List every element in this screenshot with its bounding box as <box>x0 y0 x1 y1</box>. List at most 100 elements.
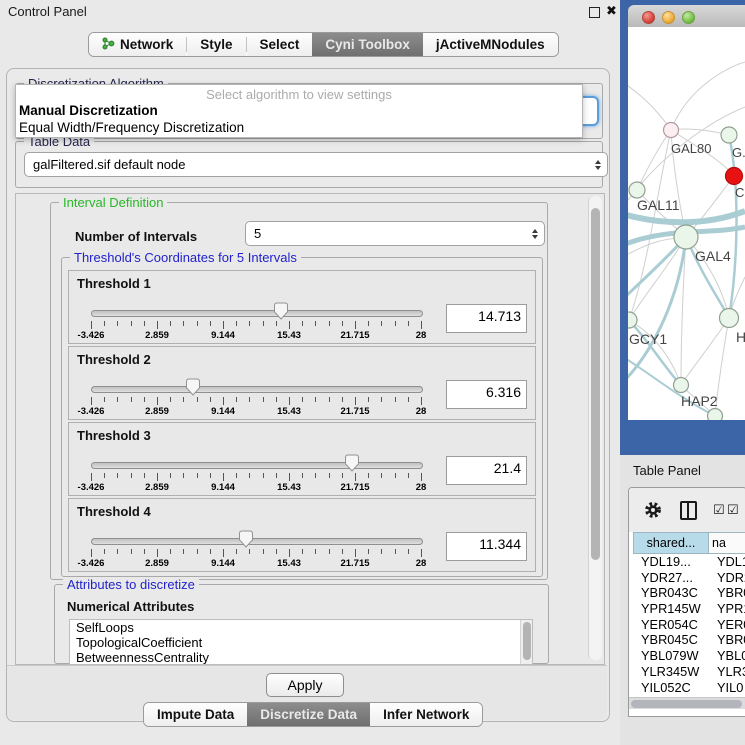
slider-thumb-icon[interactable] <box>185 378 201 396</box>
tab-impute-data[interactable]: Impute Data <box>144 703 247 726</box>
node-label-partial-h: H <box>736 329 745 345</box>
table-window: ☑ ☑ shared... na YDL19...YDL1YDR27...YDR… <box>628 487 745 717</box>
cell-shared-name[interactable]: YPR145W <box>633 601 717 617</box>
table-panel-region: Table Panel ☑ ☑ shared... na YDL19...YDL… <box>620 455 745 745</box>
tab-jactivemnodules[interactable]: jActiveMNodules <box>423 33 558 56</box>
cell-shared-name[interactable]: YDR27... <box>633 570 717 586</box>
threshold-value-field[interactable]: 14.713 <box>446 304 527 333</box>
slider-track[interactable] <box>91 462 423 469</box>
network-node-bottom[interactable] <box>708 409 723 421</box>
scrollbar-thumb[interactable] <box>591 208 600 560</box>
cell-name[interactable]: YER0 <box>717 617 745 633</box>
network-node-hap2[interactable] <box>674 378 689 393</box>
table-row[interactable]: YBL079WYBL0 <box>633 648 745 664</box>
minimize-traffic-light-icon[interactable] <box>662 11 675 24</box>
close-traffic-light-icon[interactable] <box>642 11 655 24</box>
network-node-selected-red[interactable] <box>726 168 743 185</box>
cell-shared-name[interactable]: YBR043C <box>633 585 717 601</box>
checkbox-icon[interactable]: ☑ <box>713 502 725 518</box>
horizontal-scrollbar[interactable] <box>629 697 745 709</box>
cell-name[interactable]: YDL1 <box>717 554 745 570</box>
threshold-slider[interactable]: -3.4262.8599.14415.4321.71528 <box>91 527 425 569</box>
tab-discretize-data[interactable]: Discretize Data <box>247 703 370 726</box>
cell-name[interactable]: YBL0 <box>717 648 745 664</box>
threshold-value-field[interactable]: 6.316 <box>446 380 527 409</box>
cell-shared-name[interactable]: YER054C <box>633 617 717 633</box>
cell-name[interactable]: YDR2 <box>717 570 745 586</box>
tab-style[interactable]: Style <box>187 33 245 56</box>
cell-shared-name[interactable]: YBR045C <box>633 632 717 648</box>
column-header-name[interactable]: na <box>709 532 745 554</box>
tab-select[interactable]: Select <box>247 33 313 56</box>
dropdown-option-manual-discretization[interactable]: Manual Discretization <box>16 102 582 119</box>
table-row[interactable]: YPR145WYPR1 <box>633 601 745 617</box>
number-of-intervals-combobox[interactable]: 5 <box>245 221 545 246</box>
cell-name[interactable]: YBR0 <box>717 585 745 601</box>
table-row[interactable]: YDR27...YDR2 <box>633 570 745 586</box>
network-node-partial-g[interactable] <box>721 127 737 143</box>
network-canvas[interactable]: GAL80 G. C GAL11 GAL4 GCY1 H HAP2 <box>628 27 745 420</box>
columns-icon[interactable] <box>680 501 697 520</box>
dropdown-option-equal-width-frequency[interactable]: Equal Width/Frequency Discretization <box>16 119 582 136</box>
network-window-titlebar[interactable] <box>628 5 745 28</box>
table-data-selected-value: galFiltered.sif default node <box>33 157 185 172</box>
node-label-gal4: GAL4 <box>695 248 731 264</box>
group-title: Threshold's Coordinates for 5 Intervals <box>70 250 301 265</box>
table-row[interactable]: YDL19...YDL1 <box>633 554 745 570</box>
cell-name[interactable]: YLR3 <box>717 664 745 680</box>
cell-shared-name[interactable]: YBL079W <box>633 648 717 664</box>
scrollbar-thumb[interactable] <box>631 700 742 708</box>
cell-shared-name[interactable]: YDL19... <box>633 554 717 570</box>
cell-name[interactable]: YIL0 <box>717 680 745 696</box>
threshold-slider[interactable]: -3.4262.8599.14415.4321.71528 <box>91 299 425 341</box>
cell-shared-name[interactable]: YIL052C <box>633 680 717 696</box>
panel-scrollbar[interactable] <box>588 196 602 660</box>
table-row[interactable]: YBR043CYBR0 <box>633 585 745 601</box>
slider-thumb-icon[interactable] <box>238 530 254 548</box>
float-window-icon[interactable] <box>589 7 600 18</box>
threshold-value-field[interactable]: 21.4 <box>446 456 527 485</box>
column-header-shared-name[interactable]: shared... <box>633 532 709 554</box>
cell-name[interactable]: YBR0 <box>717 632 745 648</box>
close-icon[interactable]: ✖ <box>606 3 617 19</box>
table-row[interactable]: YER054CYER0 <box>633 617 745 633</box>
network-node-gal4[interactable] <box>674 225 698 249</box>
network-node-gal80[interactable] <box>664 123 679 138</box>
tab-infer-network[interactable]: Infer Network <box>370 703 482 726</box>
threshold-value-field[interactable]: 11.344 <box>446 532 527 561</box>
network-node-partial-h[interactable] <box>720 309 739 328</box>
threshold-slider[interactable]: -3.4262.8599.14415.4321.71528 <box>91 375 425 417</box>
list-item[interactable]: SelfLoops <box>70 620 532 635</box>
numerical-attributes-list[interactable]: SelfLoopsTopologicalCoefficientBetweenne… <box>69 619 533 665</box>
list-scrollbar[interactable] <box>520 620 532 664</box>
cell-name[interactable]: YPR1 <box>717 601 745 617</box>
list-item[interactable]: TopologicalCoefficient <box>70 635 532 650</box>
zoom-traffic-light-icon[interactable] <box>682 11 695 24</box>
cell-shared-name[interactable]: YLR345W <box>633 664 717 680</box>
slider-thumb-icon[interactable] <box>273 302 289 320</box>
combo-stepper-icon <box>595 160 601 170</box>
apply-button[interactable]: Apply <box>266 673 344 697</box>
tab-label: jActiveMNodules <box>436 37 545 52</box>
slider-track[interactable] <box>91 538 423 545</box>
tab-cyni-toolbox[interactable]: Cyni Toolbox <box>312 33 423 56</box>
slider-track[interactable] <box>91 386 423 393</box>
network-node-gcy1[interactable] <box>628 312 637 328</box>
table-row[interactable]: YBR045CYBR0 <box>633 632 745 648</box>
gear-icon[interactable] <box>644 501 662 519</box>
slider-track[interactable] <box>91 310 423 317</box>
table-header-row: shared... na <box>633 532 745 554</box>
scrollbar-thumb[interactable] <box>523 622 531 660</box>
checkbox-icon[interactable]: ☑ <box>727 502 739 518</box>
threshold-slider[interactable]: -3.4262.8599.14415.4321.71528 <box>91 451 425 493</box>
slider-thumb-icon[interactable] <box>344 454 360 472</box>
network-node-gal11[interactable] <box>629 182 645 198</box>
list-item[interactable]: BetweennessCentrality <box>70 650 532 665</box>
table-row[interactable]: YLR345WYLR3 <box>633 664 745 680</box>
slider-ticks <box>91 473 421 482</box>
tab-network[interactable]: Network <box>89 33 186 56</box>
network-graph: GAL80 G. C GAL11 GAL4 GCY1 H HAP2 <box>628 27 745 420</box>
bottom-tabbar: Impute Data Discretize Data Infer Networ… <box>143 702 483 727</box>
table-data-combobox[interactable]: galFiltered.sif default node <box>24 152 608 177</box>
table-row[interactable]: YIL052CYIL0 <box>633 680 745 696</box>
